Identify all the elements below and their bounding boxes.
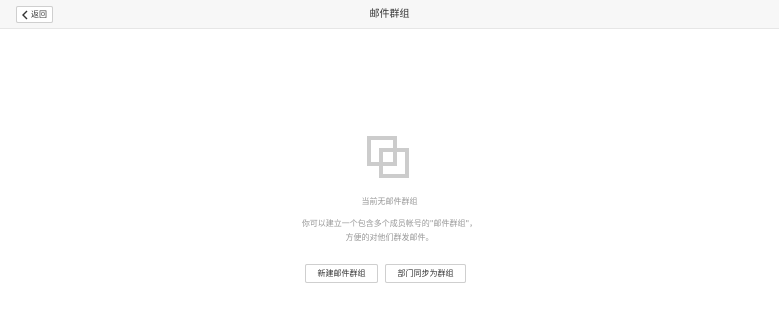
back-button-label: 返回: [31, 10, 47, 19]
empty-state-title: 当前无邮件群组: [361, 197, 418, 206]
new-mail-group-button[interactable]: 新建邮件群组: [305, 264, 378, 283]
header-bar: 邮件群组 返回: [0, 0, 779, 29]
page-title: 邮件群组: [369, 9, 410, 20]
sync-department-to-group-button[interactable]: 部门同步为群组: [385, 264, 466, 283]
empty-groups-icon: [367, 136, 409, 178]
mail-groups-page: 邮件群组 返回 当前无邮件群组 你可以建立一个包含多个成员帐号的"邮件群组"， …: [0, 0, 779, 312]
back-button[interactable]: 返回: [16, 6, 53, 23]
empty-state-description-line2: 方便的对他们群发邮件。: [345, 233, 434, 242]
chevron-left-icon: [22, 10, 28, 19]
empty-state-description-line1: 你可以建立一个包含多个成员帐号的"邮件群组"，: [301, 219, 478, 228]
